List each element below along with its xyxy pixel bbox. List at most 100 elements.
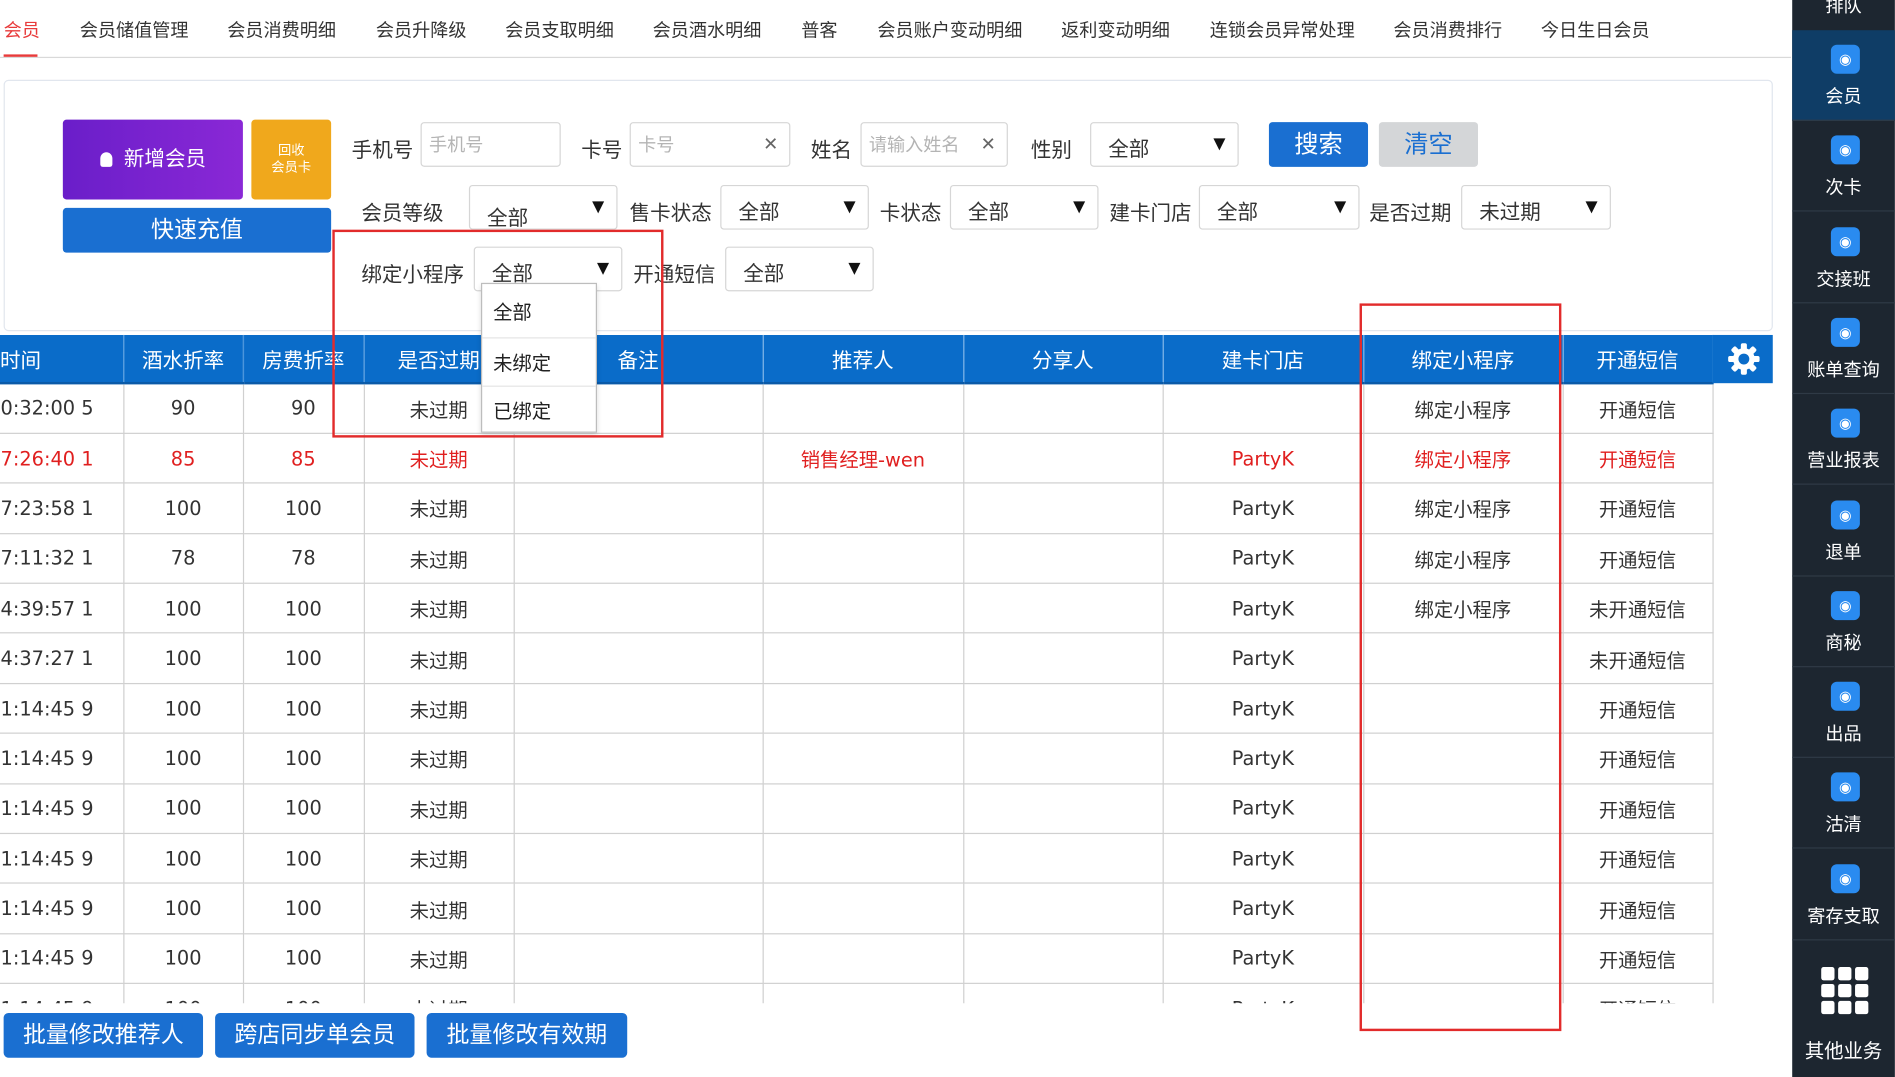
sidebar-top-label[interactable]: 排队 xyxy=(1792,0,1895,18)
tab-member-consumption[interactable]: 会员消费明细 xyxy=(227,17,336,42)
cell-time: 9 11:14:45 xyxy=(0,933,124,985)
sidebar-item-label: 沽清 xyxy=(1825,813,1862,836)
sidebar-item-list[interactable]: ◉ 沽清 xyxy=(1792,758,1895,850)
table-row[interactable]: 1 14:37:27100100未过期PartyK未开通短信 xyxy=(0,633,1714,684)
cell-remark xyxy=(513,733,764,785)
list-icon: ◉ xyxy=(1830,772,1860,802)
name-clear-icon[interactable]: ✕ xyxy=(981,133,996,155)
cell-drink-discount: 78 xyxy=(123,533,244,584)
cell-sharer xyxy=(963,483,1164,534)
cell-room-discount: 90 xyxy=(242,383,365,434)
sidebar-item-member[interactable]: ◉ 会员 xyxy=(1792,30,1895,121)
tab-birthday-today[interactable]: 今日生日会员 xyxy=(1541,17,1650,42)
table-row[interactable]: 9 11:14:45100100未过期PartyK开通短信 xyxy=(0,883,1714,935)
sms-select[interactable]: 全部 ▼ xyxy=(725,246,874,292)
sidebar-item-storage[interactable]: ◉ 寄存支取 xyxy=(1792,849,1895,941)
tab-consumption-ranking[interactable]: 会员消费排行 xyxy=(1393,17,1502,42)
col-header-room-discount[interactable]: 房费折率 xyxy=(242,334,365,385)
gender-select[interactable]: 全部 ▼ xyxy=(1090,122,1239,167)
tab-member-drinks[interactable]: 会员酒水明细 xyxy=(653,17,762,42)
table-row[interactable]: 1 17:26:408585未过期销售经理-wenPartyK绑定小程序开通短信 xyxy=(0,433,1714,484)
tab-member-withdrawal[interactable]: 会员支取明细 xyxy=(505,17,614,42)
cell-sharer xyxy=(963,733,1164,785)
cell-sms: 开通短信 xyxy=(1562,533,1714,584)
cell-sharer xyxy=(963,783,1164,835)
table-row[interactable]: 9 11:14:45100100未过期PartyK开通短信 xyxy=(0,833,1714,885)
gender-value: 全部 xyxy=(1108,137,1150,162)
sidebar-item-report[interactable]: ◉ 营业报表 xyxy=(1792,394,1895,485)
sale-status-select[interactable]: 全部 ▼ xyxy=(720,184,869,230)
member-table-container[interactable]: 时间 酒水折率 房费折率 是否过期 备注 推荐人 分享人 建卡门店 绑定小程序 … xyxy=(0,334,1773,1004)
dropdown-option-bound[interactable]: 已绑定 xyxy=(482,385,596,436)
tab-account-changes[interactable]: 会员账户变动明细 xyxy=(877,17,1022,42)
tab-regular-guest[interactable]: 普客 xyxy=(801,17,837,42)
col-header-time[interactable]: 时间 xyxy=(0,334,124,385)
table-row[interactable]: 9 11:14:45100100未过期PartyK开通短信 xyxy=(0,983,1714,1004)
card-status-label: 卡状态 xyxy=(879,201,942,227)
col-header-sms[interactable]: 开通短信 xyxy=(1562,334,1714,385)
chevron-down-icon: ▼ xyxy=(1073,198,1086,217)
recycle-card-button[interactable]: 回收 会员卡 xyxy=(251,119,332,200)
shift-icon: ◉ xyxy=(1830,226,1860,256)
cell-sharer xyxy=(963,833,1164,885)
col-header-store[interactable]: 建卡门店 xyxy=(1162,334,1364,385)
table-row[interactable]: 9 11:14:45100100未过期PartyK开通短信 xyxy=(0,933,1714,985)
sidebar-item-shift[interactable]: ◉ 交接班 xyxy=(1792,212,1895,303)
card-clear-icon[interactable]: ✕ xyxy=(763,133,778,155)
table-row[interactable]: 5 10:32:009090未过期绑定小程序开通短信 xyxy=(0,383,1714,434)
card-icon: ◉ xyxy=(1830,135,1860,165)
sidebar-item-download[interactable]: ◉ 商秘 xyxy=(1792,576,1895,668)
table-row[interactable]: 9 11:14:45100100未过期PartyK开通短信 xyxy=(0,783,1714,835)
gear-icon[interactable] xyxy=(1726,341,1762,377)
search-button[interactable]: 搜索 xyxy=(1268,122,1369,167)
phone-input[interactable] xyxy=(421,123,560,166)
cell-miniapp: 绑定小程序 xyxy=(1363,583,1564,634)
table-row[interactable]: 9 11:14:45100100未过期PartyK开通短信 xyxy=(0,733,1714,785)
sms-label: 开通短信 xyxy=(633,263,716,288)
dropdown-option-all[interactable]: 全部 xyxy=(482,288,596,338)
table-row[interactable]: 1 17:11:327878未过期PartyK绑定小程序开通短信 xyxy=(0,533,1714,584)
sidebar-item-refund[interactable]: ◉ 退单 xyxy=(1792,485,1895,576)
clear-button[interactable]: 清空 xyxy=(1378,122,1478,167)
download-icon: ◉ xyxy=(1830,590,1860,620)
col-header-drink-discount[interactable]: 酒水折率 xyxy=(123,334,244,385)
member-icon: ◉ xyxy=(1830,44,1860,74)
tab-member[interactable]: 会员 xyxy=(4,17,40,42)
quick-recharge-button[interactable]: 快速充值 xyxy=(62,207,332,253)
sidebar-item-output[interactable]: ◉ 出品 xyxy=(1792,667,1895,759)
table-row[interactable]: 9 11:14:45100100未过期PartyK开通短信 xyxy=(0,683,1714,735)
cell-sms: 开通短信 xyxy=(1562,683,1714,735)
active-tab-indicator xyxy=(3,54,38,57)
cell-room-discount: 100 xyxy=(242,733,365,785)
table-row[interactable]: 1 14:39:57100100未过期PartyK绑定小程序未开通短信 xyxy=(0,583,1714,634)
store-select[interactable]: 全部 ▼ xyxy=(1198,184,1360,230)
cell-remark xyxy=(513,433,764,484)
table-row[interactable]: 1 17:23:58100100未过期PartyK绑定小程序开通短信 xyxy=(0,483,1714,534)
expired-select[interactable]: 未过期 ▼ xyxy=(1461,184,1611,230)
cell-room-discount: 100 xyxy=(242,883,365,935)
add-member-button[interactable]: 新增会员 xyxy=(62,119,243,200)
col-header-sharer[interactable]: 分享人 xyxy=(963,334,1164,385)
tab-member-level-change[interactable]: 会员升降级 xyxy=(376,17,467,42)
sidebar-item-card[interactable]: ◉ 次卡 xyxy=(1792,121,1895,212)
tab-rebate-changes[interactable]: 返利变动明细 xyxy=(1061,17,1170,42)
col-header-miniapp[interactable]: 绑定小程序 xyxy=(1363,334,1564,385)
batch-edit-validity-button[interactable]: 批量修改有效期 xyxy=(426,1012,628,1058)
cell-time: 1 17:11:32 xyxy=(0,533,124,584)
tab-chain-exceptions[interactable]: 连锁会员异常处理 xyxy=(1210,17,1355,42)
other-business-label[interactable]: 其他业务 xyxy=(1792,1035,1895,1064)
grid-icon[interactable] xyxy=(1821,967,1869,1015)
cell-expired: 未过期 xyxy=(363,983,515,1004)
tab-member-stored-value[interactable]: 会员储值管理 xyxy=(80,17,189,42)
cross-store-sync-button[interactable]: 跨店同步单会员 xyxy=(215,1012,415,1058)
card-status-select[interactable]: 全部 ▼ xyxy=(949,184,1099,230)
user-icon xyxy=(99,152,112,167)
cell-remark xyxy=(513,833,764,885)
sidebar-item-bill[interactable]: ◉ 账单查询 xyxy=(1792,303,1895,394)
level-select[interactable]: 全部 ▼ xyxy=(468,184,618,231)
dropdown-option-unbound[interactable]: 未绑定 xyxy=(482,337,596,387)
sale-status-value: 全部 xyxy=(738,200,780,225)
col-header-referrer[interactable]: 推荐人 xyxy=(762,334,964,385)
batch-edit-referrer-button[interactable]: 批量修改推荐人 xyxy=(3,1012,204,1058)
table-header-row: 时间 酒水折率 房费折率 是否过期 备注 推荐人 分享人 建卡门店 绑定小程序 … xyxy=(0,334,1714,385)
